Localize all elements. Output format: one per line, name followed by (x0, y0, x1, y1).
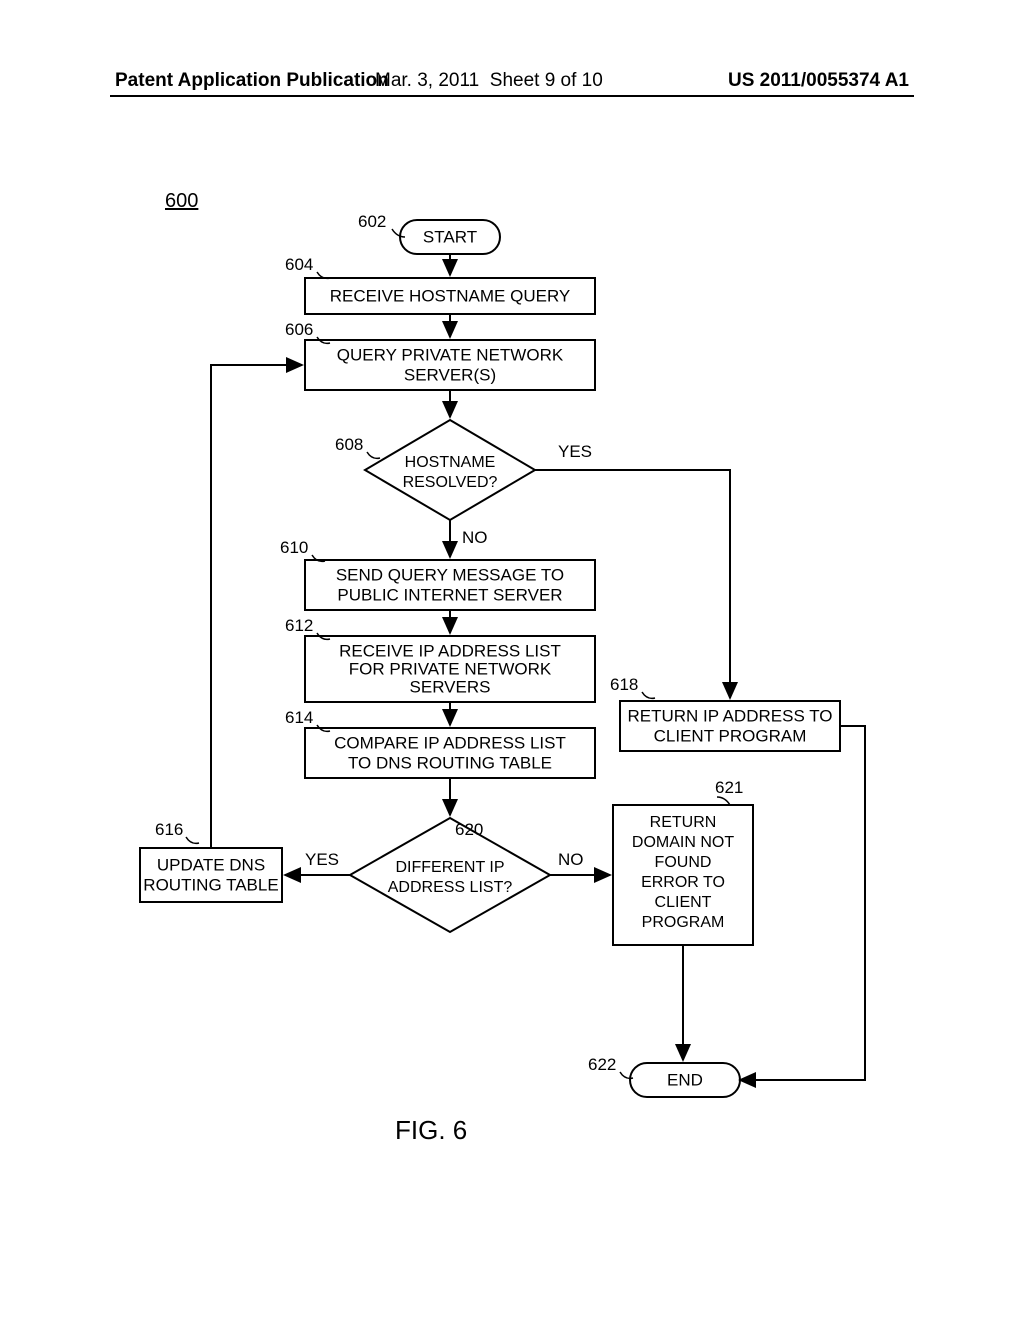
svg-text:QUERY PRIVATE NETWORK: QUERY PRIVATE NETWORK (337, 345, 564, 364)
node-query-private-network: QUERY PRIVATE NETWORK SERVER(S) (305, 340, 595, 390)
label-622: 622 (588, 1055, 616, 1074)
svg-text:CLIENT PROGRAM: CLIENT PROGRAM (654, 726, 807, 745)
svg-text:SEND QUERY MESSAGE TO: SEND QUERY MESSAGE TO (336, 565, 564, 584)
svg-text:RETURN: RETURN (650, 814, 717, 831)
svg-text:PROGRAM: PROGRAM (642, 914, 725, 931)
label-616: 616 (155, 820, 183, 839)
label-614: 614 (285, 708, 313, 727)
label-612: 612 (285, 616, 313, 635)
figure-caption: FIG. 6 (395, 1115, 467, 1146)
svg-text:PUBLIC INTERNET SERVER: PUBLIC INTERNET SERVER (337, 585, 562, 604)
flowchart: START 602 RECEIVE HOSTNAME QUERY 604 QUE… (110, 175, 914, 1145)
header-left: Patent Application Publication (115, 70, 389, 92)
svg-text:RECEIVE IP ADDRESS LIST: RECEIVE IP ADDRESS LIST (339, 641, 561, 660)
header-rule (110, 95, 914, 97)
label-604: 604 (285, 255, 313, 274)
node-compare-ip-list: COMPARE IP ADDRESS LIST TO DNS ROUTING T… (305, 728, 595, 778)
edge-608-yes: YES (558, 442, 592, 461)
svg-text:RECEIVE HOSTNAME QUERY: RECEIVE HOSTNAME QUERY (330, 286, 571, 305)
node-receive-hostname-query: RECEIVE HOSTNAME QUERY (305, 278, 595, 314)
node-return-domain-not-found: RETURN DOMAIN NOT FOUND ERROR TO CLIENT … (613, 805, 753, 945)
page: Patent Application Publication Mar. 3, 2… (0, 0, 1024, 1320)
node-start: START (400, 220, 500, 254)
svg-text:RETURN IP ADDRESS TO: RETURN IP ADDRESS TO (628, 706, 833, 725)
edge-608-no: NO (462, 528, 488, 547)
svg-text:RESOLVED?: RESOLVED? (403, 474, 498, 491)
svg-text:SERVER(S): SERVER(S) (404, 365, 496, 384)
svg-text:CLIENT: CLIENT (655, 894, 712, 911)
svg-text:FOUND: FOUND (655, 854, 712, 871)
svg-text:START: START (423, 227, 477, 246)
node-return-ip-address: RETURN IP ADDRESS TO CLIENT PROGRAM (620, 701, 840, 751)
node-hostname-resolved-decision: HOSTNAME RESOLVED? (365, 420, 535, 520)
svg-text:ROUTING TABLE: ROUTING TABLE (143, 875, 278, 894)
svg-text:DIFFERENT IP: DIFFERENT IP (395, 859, 504, 876)
svg-text:ERROR TO: ERROR TO (641, 874, 725, 891)
svg-text:FOR PRIVATE NETWORK: FOR PRIVATE NETWORK (349, 659, 552, 678)
node-send-query-public: SEND QUERY MESSAGE TO PUBLIC INTERNET SE… (305, 560, 595, 610)
label-620: 620 (455, 820, 483, 839)
svg-text:TO DNS ROUTING TABLE: TO DNS ROUTING TABLE (348, 753, 552, 772)
label-606: 606 (285, 320, 313, 339)
label-610: 610 (280, 538, 308, 557)
label-602: 602 (358, 212, 386, 231)
svg-text:UPDATE DNS: UPDATE DNS (157, 855, 265, 874)
svg-text:END: END (667, 1070, 703, 1089)
label-621: 621 (715, 778, 743, 797)
svg-text:HOSTNAME: HOSTNAME (405, 454, 496, 471)
node-receive-ip-list: RECEIVE IP ADDRESS LIST FOR PRIVATE NETW… (305, 636, 595, 702)
node-update-dns-routing-table: UPDATE DNS ROUTING TABLE (140, 848, 282, 902)
edge-620-no: NO (558, 850, 584, 869)
svg-text:DOMAIN NOT: DOMAIN NOT (632, 834, 734, 851)
edge-620-yes: YES (305, 850, 339, 869)
node-different-ip-list-decision: DIFFERENT IP ADDRESS LIST? (350, 818, 550, 932)
svg-text:COMPARE IP ADDRESS LIST: COMPARE IP ADDRESS LIST (334, 733, 566, 752)
svg-text:ADDRESS LIST?: ADDRESS LIST? (388, 879, 513, 896)
header-pubno: US 2011/0055374 A1 (728, 70, 909, 92)
header-date: Mar. 3, 2011 Sheet 9 of 10 (375, 70, 603, 92)
label-608: 608 (335, 435, 363, 454)
node-end: END (630, 1063, 740, 1097)
label-618: 618 (610, 675, 638, 694)
svg-text:SERVERS: SERVERS (410, 677, 491, 696)
